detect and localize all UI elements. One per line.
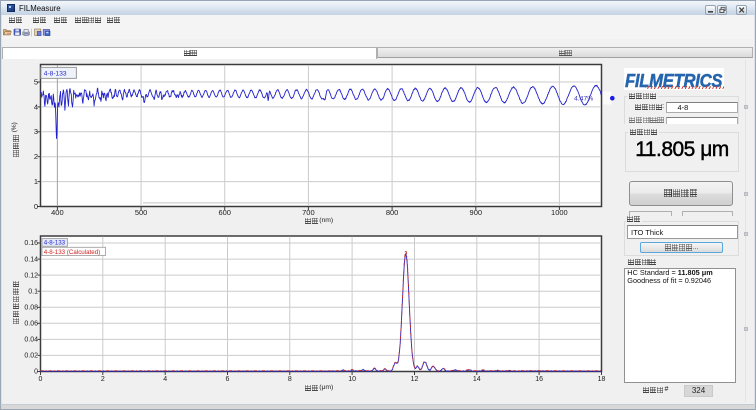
svg-text:5: 5 [34, 77, 38, 86]
svg-text:4-8-133: 4-8-133 [44, 71, 67, 78]
svg-text:8: 8 [288, 376, 292, 383]
svg-text:800: 800 [386, 208, 399, 217]
svg-text:4: 4 [163, 376, 167, 383]
svg-text:700: 700 [302, 208, 315, 217]
svg-text:18: 18 [598, 376, 606, 383]
svg-text:1000: 1000 [551, 208, 568, 217]
svg-text:400: 400 [51, 208, 64, 217]
svg-text:14: 14 [473, 376, 481, 383]
svg-text:16: 16 [535, 376, 543, 383]
svg-text:4.47%: 4.47% [574, 96, 593, 103]
svg-text:1: 1 [34, 177, 38, 186]
svg-text:0.04: 0.04 [24, 337, 38, 344]
svg-text:12: 12 [411, 376, 419, 383]
svg-text:0.02: 0.02 [24, 353, 38, 360]
svg-text:0.12: 0.12 [24, 272, 38, 279]
svg-text:0.16: 0.16 [24, 240, 38, 247]
svg-text:0: 0 [39, 376, 43, 383]
svg-text:0.08: 0.08 [24, 305, 38, 312]
svg-text:6: 6 [226, 376, 230, 383]
svg-text:3: 3 [34, 127, 38, 136]
svg-text:4: 4 [34, 102, 38, 111]
svg-text:2: 2 [101, 376, 105, 383]
svg-text:0.06: 0.06 [24, 321, 38, 328]
svg-text:600: 600 [218, 208, 231, 217]
svg-text:4-8-133: 4-8-133 [44, 240, 66, 247]
svg-text:500: 500 [135, 208, 148, 217]
svg-text:2: 2 [34, 152, 38, 161]
svg-text:10: 10 [348, 376, 356, 383]
svg-text:0.14: 0.14 [24, 256, 38, 263]
svg-text:0: 0 [34, 202, 38, 211]
svg-text:4-8-133 (Calculated): 4-8-133 (Calculated) [44, 249, 100, 256]
svg-text:900: 900 [470, 208, 483, 217]
svg-text:0: 0 [34, 369, 38, 376]
svg-text:0.1: 0.1 [28, 288, 38, 295]
